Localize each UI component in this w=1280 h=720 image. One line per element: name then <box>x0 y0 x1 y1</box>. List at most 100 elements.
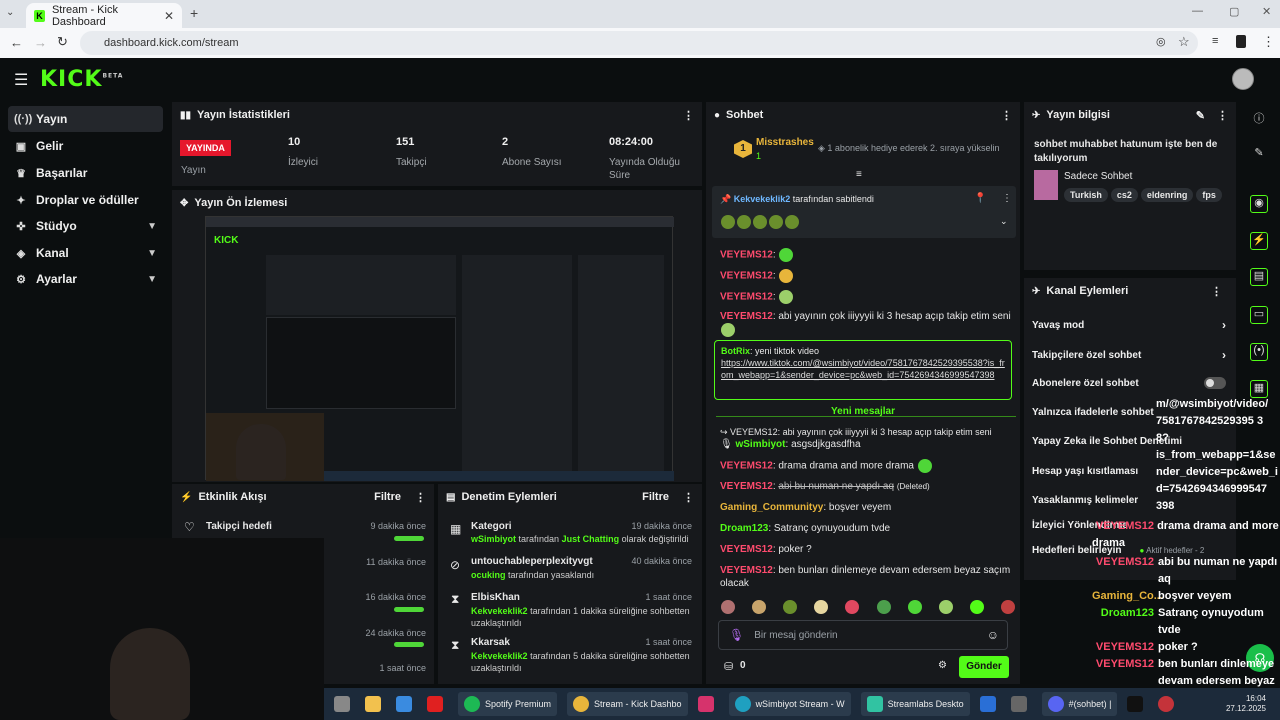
chat-user[interactable]: Droam123 <box>720 523 768 534</box>
filter-button[interactable]: Filtre <box>642 491 669 503</box>
action-subscribers-only[interactable]: Abonelere özel sohbet <box>1032 377 1226 389</box>
emote[interactable] <box>1000 600 1015 614</box>
tag[interactable]: Turkish <box>1064 188 1108 202</box>
chat-user[interactable]: VEYEMS12 <box>720 292 773 303</box>
more-options-icon[interactable]: ⋮ <box>415 491 426 504</box>
send-button[interactable]: Gönder <box>959 656 1009 678</box>
minimize-icon[interactable]: — <box>1192 5 1203 17</box>
taskbar-app[interactable] <box>1127 696 1148 712</box>
emote[interactable] <box>783 600 798 614</box>
chat-user[interactable]: VEYEMS12 <box>720 565 773 576</box>
extension-icon[interactable] <box>1236 35 1246 48</box>
category-name[interactable]: Sadece Sohbet <box>1064 171 1132 182</box>
back-icon[interactable]: ← <box>10 35 23 50</box>
mod-user[interactable]: ocuking <box>471 570 506 580</box>
emote[interactable] <box>907 600 922 614</box>
chat-icon[interactable]: ▭ <box>1250 306 1268 324</box>
hamburger-menu-icon[interactable]: ☰ <box>14 70 28 90</box>
action-followers-only[interactable]: Takipçilere özel sohbet › <box>1032 348 1226 362</box>
chat-settings-icon[interactable]: ⚙ <box>938 660 947 671</box>
info-icon[interactable]: ⓘ <box>1250 110 1268 128</box>
playlist-icon[interactable]: ≡ <box>1212 35 1218 47</box>
clock[interactable]: 16:04 27.12.2025 <box>1226 694 1266 714</box>
tag[interactable]: eldenring <box>1140 188 1194 202</box>
tag[interactable]: cs2 <box>1110 188 1138 202</box>
kick-logo[interactable]: KICKBETA <box>40 67 123 92</box>
chat-user[interactable]: wSimbiyot <box>735 439 785 450</box>
close-window-icon[interactable]: ✕ <box>1262 5 1271 18</box>
pinned-by-user[interactable]: Kekvekeklik2 <box>734 194 791 204</box>
sidebar-item-ayarlar[interactable]: ⚙ Ayarlar ▼ <box>8 266 163 292</box>
chat-user[interactable]: VEYEMS12 <box>720 544 773 555</box>
more-options-icon[interactable]: ⋮ <box>683 491 694 504</box>
close-tab-icon[interactable]: ✕ <box>164 9 174 23</box>
emote[interactable] <box>721 600 735 614</box>
sidebar-item-basarilar[interactable]: ♛ Başarılar <box>8 160 163 186</box>
lightning-icon[interactable]: ⚡ <box>1250 232 1268 250</box>
emote[interactable] <box>969 600 984 614</box>
taskbar-app[interactable] <box>427 696 448 712</box>
maximize-icon[interactable]: ▢ <box>1229 5 1239 18</box>
taskbar-app-edge[interactable]: wSimbiyot Stream - W <box>728 692 851 716</box>
taskbar-app[interactable] <box>1158 696 1179 712</box>
browser-tab[interactable]: K Stream - Kick Dashboard ✕ <box>26 3 182 28</box>
pin-icon[interactable]: 📍 <box>974 193 986 204</box>
edit-icon[interactable]: ✎ <box>1196 109 1205 122</box>
chat-user[interactable]: VEYEMS12 <box>720 311 773 322</box>
taskbar-app[interactable] <box>979 696 1001 712</box>
sidebar-item-studyo[interactable]: ✜ Stüdyo ▼ <box>8 213 163 239</box>
taskbar-app-streamlabs[interactable]: Streamlabs Deskto <box>860 692 970 716</box>
more-options-icon[interactable]: ⋮ <box>1211 285 1222 298</box>
taskbar-app[interactable] <box>697 696 719 712</box>
more-options-icon[interactable]: ⋮ <box>1002 193 1012 204</box>
points-icon[interactable]: ⛁ <box>724 660 733 673</box>
chat-user[interactable]: VEYEMS12 <box>720 271 773 282</box>
document-icon[interactable]: ▤ <box>1250 268 1268 286</box>
mod-user[interactable]: Kekvekeklik2 <box>471 651 528 661</box>
chat-user[interactable]: Gaming_Communityy <box>720 502 823 513</box>
gift-prompt[interactable]: ◈ 1 abonelik hediye ederek 2. sıraya yük… <box>818 143 1000 154</box>
mod-user[interactable]: Kekvekeklik2 <box>471 606 528 616</box>
forward-icon[interactable]: → <box>34 35 47 50</box>
taskbar-app[interactable] <box>1010 696 1032 712</box>
taskbar-app-spotify[interactable]: Spotify Premium <box>458 692 558 716</box>
gift-leader-name[interactable]: Misstrashes <box>756 137 814 148</box>
taskbar-app[interactable] <box>334 696 355 712</box>
sidebar-item-yayin[interactable]: ((·)) Yayın <box>8 106 163 132</box>
mod-user[interactable]: wSimbiyot <box>471 534 516 544</box>
more-options-icon[interactable]: ⋮ <box>1001 109 1012 122</box>
user-avatar[interactable] <box>1232 68 1254 90</box>
taskbar-app[interactable] <box>365 696 386 712</box>
chevron-down-icon[interactable]: ⌄ <box>1000 216 1008 227</box>
camera-icon[interactable]: ◉ <box>1250 195 1268 213</box>
taskbar-app[interactable] <box>396 696 417 712</box>
emote[interactable] <box>845 600 860 614</box>
menu-icon[interactable]: ⋮ <box>1262 34 1275 50</box>
emote[interactable] <box>876 600 891 614</box>
tag[interactable]: fps <box>1196 188 1222 202</box>
emoji-icon[interactable]: ☺ <box>987 628 999 642</box>
chat-user[interactable]: VEYEMS12 <box>720 250 773 261</box>
address-bar[interactable]: dashboard.kick.com/stream <box>80 31 1198 55</box>
bot-link[interactable]: https://www.tiktok.com/@wsimbiyot/video/… <box>721 357 1005 381</box>
broadcast-icon[interactable]: (•) <box>1250 343 1268 361</box>
tab-list-icon[interactable]: ⌄ <box>6 7 14 18</box>
bookmark-star-icon[interactable]: ☆ <box>1178 34 1190 50</box>
emote[interactable] <box>938 600 953 614</box>
sidebar-item-gelir[interactable]: ▣ Gelir <box>8 133 163 159</box>
taskbar-app-chrome[interactable]: Stream - Kick Dashbo <box>567 692 688 716</box>
action-slow-mode[interactable]: Yavaş mod › <box>1032 318 1226 332</box>
reload-icon[interactable]: ↻ <box>57 34 68 50</box>
more-options-icon[interactable]: ⋮ <box>1217 109 1228 122</box>
collapse-icon[interactable]: ≡ <box>856 169 862 180</box>
edit-icon[interactable]: ✎ <box>1250 146 1268 164</box>
chat-user[interactable]: VEYEMS12 <box>720 461 773 472</box>
eye-off-icon[interactable]: ◎ <box>1156 35 1166 48</box>
toggle-switch[interactable] <box>1204 377 1226 389</box>
taskbar-app-discord[interactable]: #(sohbet) | <box>1041 692 1118 716</box>
filter-button[interactable]: Filtre <box>374 491 401 503</box>
sidebar-item-droplar[interactable]: ✦ Droplar ve ödüller <box>8 187 163 213</box>
emote[interactable] <box>752 600 767 614</box>
chat-user[interactable]: VEYEMS12 <box>720 481 773 492</box>
new-tab-icon[interactable]: + <box>190 5 198 21</box>
